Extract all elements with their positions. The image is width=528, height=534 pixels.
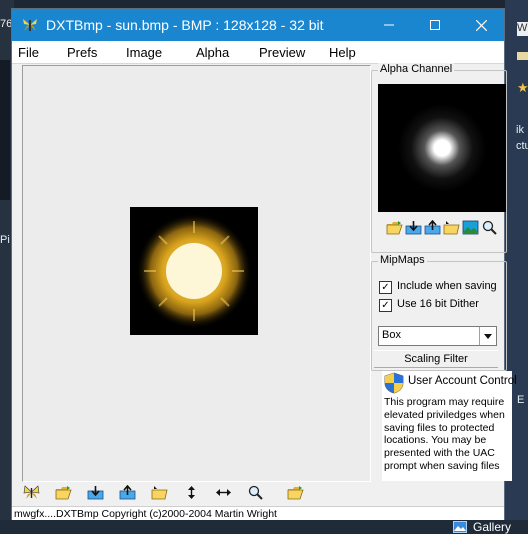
- desktop-fragment-text: E: [517, 394, 525, 406]
- folder-arrow-icon: [443, 221, 460, 235]
- uac-title: User Account Control: [408, 375, 517, 387]
- import-button[interactable]: [118, 483, 137, 502]
- close-button[interactable]: [458, 9, 504, 41]
- alpha-channel-label: Alpha Channel: [378, 63, 455, 75]
- minimize-button[interactable]: [366, 9, 412, 41]
- gallery-label: Gallery: [473, 520, 512, 534]
- include-when-saving-checkbox[interactable]: ✓: [379, 281, 392, 294]
- menu-preview[interactable]: Preview: [259, 45, 305, 60]
- uac-body: This program may require elevated privil…: [384, 396, 505, 472]
- sun-image-preview: [130, 207, 258, 335]
- menu-alpha[interactable]: Alpha: [196, 45, 229, 60]
- app-icon: [23, 19, 37, 31]
- alpha-zoom-button[interactable]: [480, 218, 499, 237]
- horizontal-resize-icon: [216, 489, 231, 496]
- zoom-button[interactable]: [246, 483, 265, 502]
- use-16bit-dither-checkbox[interactable]: ✓: [379, 299, 392, 312]
- desktop-fragment-text: Pi: [0, 234, 10, 246]
- mipmaps-group: MipMaps ✓ Include when saving ✓ Use 16 b…: [371, 254, 507, 371]
- image-edit-icon: [462, 220, 479, 235]
- export-button[interactable]: [86, 483, 105, 502]
- import-icon: [424, 220, 441, 235]
- taskbar: [0, 520, 528, 534]
- scaling-filter-button[interactable]: Scaling Filter: [374, 350, 498, 368]
- alpha-folder-arrow-button[interactable]: [442, 218, 461, 237]
- gallery-icon: [453, 521, 467, 533]
- alpha-image-edit-button[interactable]: [461, 218, 480, 237]
- taskbar-gallery-item[interactable]: Gallery: [453, 520, 511, 534]
- menu-prefs[interactable]: Prefs: [67, 45, 97, 60]
- open-folder-icon: [287, 486, 304, 500]
- scaling-filter-select[interactable]: Box: [378, 326, 497, 346]
- desktop-fragment-text: W: [517, 22, 528, 36]
- alpha-import-button[interactable]: [423, 218, 442, 237]
- alpha-channel-preview: [378, 84, 506, 212]
- vertical-resize-button[interactable]: [182, 483, 201, 502]
- open-alt-button[interactable]: [286, 483, 305, 502]
- use-16bit-dither-label: Use 16 bit Dither: [397, 298, 479, 310]
- chevron-down-icon: [484, 333, 492, 339]
- export-icon: [87, 486, 104, 500]
- open-folder-icon: [55, 486, 72, 500]
- minimize-icon: [384, 24, 394, 26]
- desktop-fragment-text: ★: [517, 80, 528, 95]
- status-bar: mwgfx....DXTBmp Copyright (c)2000-2004 M…: [12, 506, 504, 520]
- desktop-left-panel: [0, 60, 10, 200]
- uac-notice: User Account Control This program may re…: [382, 371, 517, 481]
- butterfly-icon: [23, 485, 40, 499]
- desktop-fragment-text: ctu: [516, 140, 528, 152]
- horizontal-resize-button[interactable]: [214, 483, 233, 502]
- uac-shield-icon: [384, 372, 404, 394]
- import-icon: [119, 485, 136, 500]
- folder-arrow-button[interactable]: [150, 483, 169, 502]
- menu-file[interactable]: File: [18, 45, 39, 60]
- window-title: DXTBmp - sun.bmp - BMP : 128x128 - 32 bi…: [46, 17, 324, 33]
- zoom-icon: [482, 220, 497, 235]
- image-canvas[interactable]: [22, 65, 371, 482]
- title-bar[interactable]: DXTBmp - sun.bmp - BMP : 128x128 - 32 bi…: [12, 9, 504, 41]
- open-folder-icon: [386, 221, 403, 235]
- alpha-export-button[interactable]: [404, 218, 423, 237]
- mipmaps-label: MipMaps: [378, 254, 427, 266]
- menu-help[interactable]: Help: [329, 45, 356, 60]
- scaling-filter-value: Box: [382, 329, 401, 341]
- maximize-icon: [430, 20, 440, 30]
- include-when-saving-label: Include when saving: [397, 280, 497, 292]
- menu-image[interactable]: Image: [126, 45, 162, 60]
- butterfly-button[interactable]: [22, 483, 41, 502]
- menu-bar: File Prefs Image Alpha Preview Help: [12, 41, 504, 64]
- open-button[interactable]: [54, 483, 73, 502]
- vertical-resize-icon: [188, 486, 195, 499]
- folder-arrow-icon: [151, 486, 168, 500]
- zoom-icon: [248, 485, 263, 500]
- alpha-channel-group: Alpha Channel: [371, 63, 507, 253]
- desktop-fragment-tile: [517, 52, 528, 60]
- alpha-open-button[interactable]: [385, 218, 404, 237]
- dropdown-arrow[interactable]: [479, 327, 496, 345]
- export-icon: [405, 221, 422, 235]
- desktop-fragment-text: ik: [516, 124, 524, 136]
- dxtbmp-window: DXTBmp - sun.bmp - BMP : 128x128 - 32 bi…: [11, 8, 517, 520]
- close-icon: [475, 19, 487, 31]
- maximize-button[interactable]: [412, 9, 458, 41]
